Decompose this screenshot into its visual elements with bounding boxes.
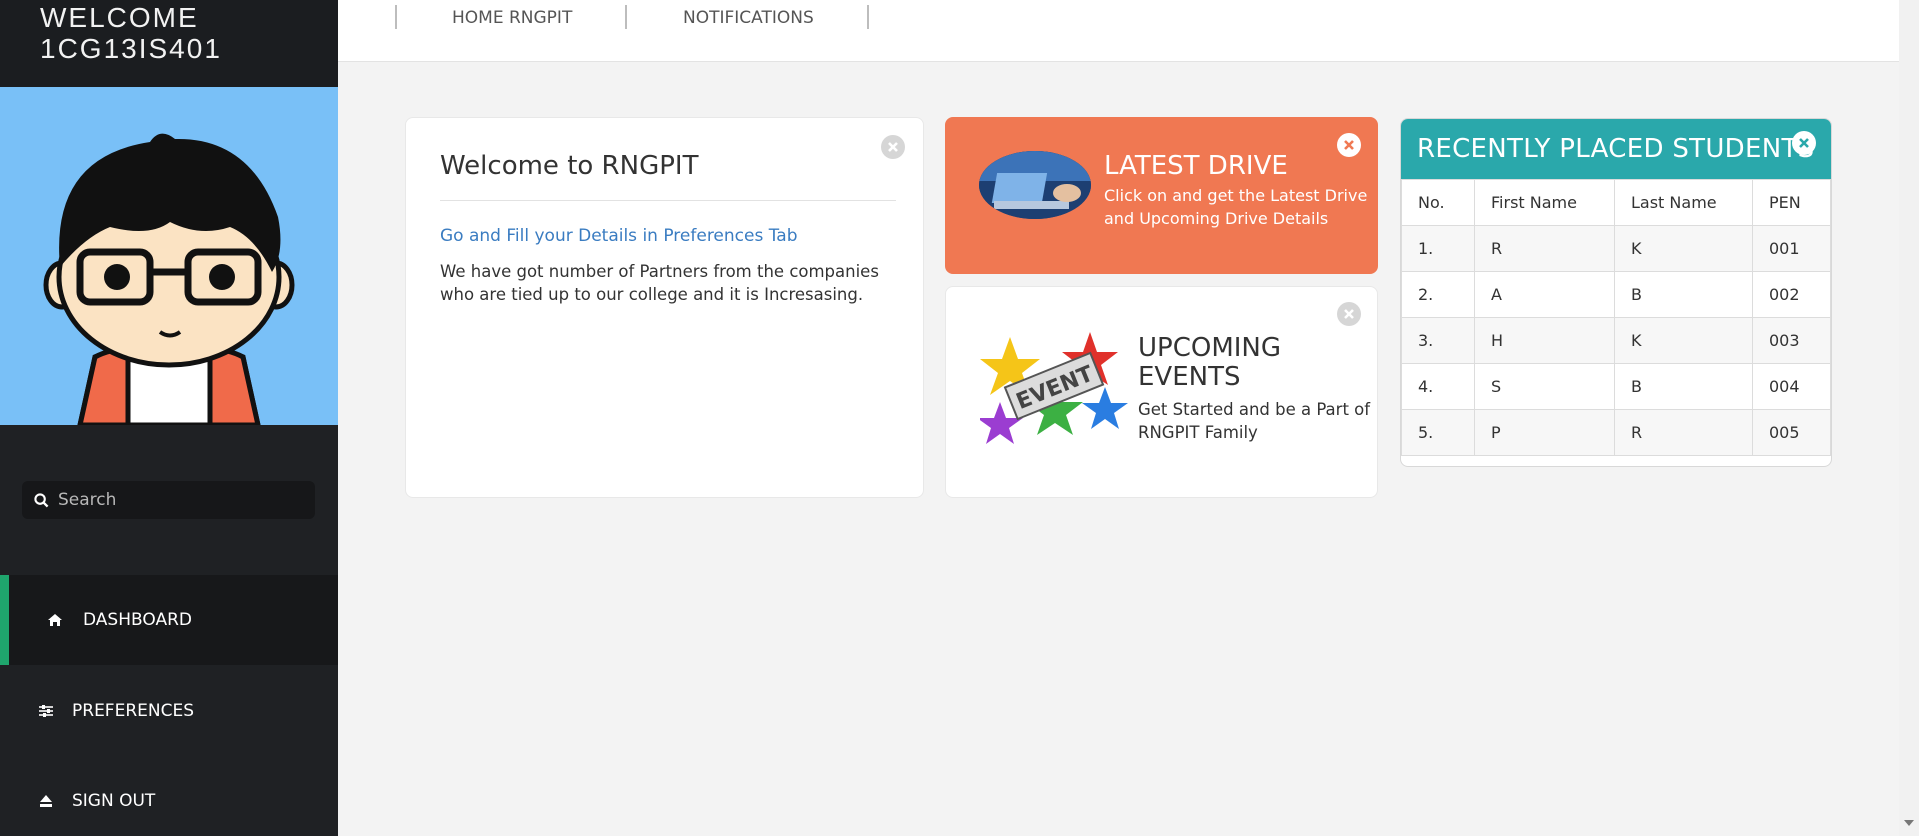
avatar-illustration	[43, 133, 295, 425]
notifications-link[interactable]: NOTIFICATIONS	[683, 8, 814, 28]
nav-preferences[interactable]: PREFERENCES	[0, 666, 338, 756]
cell-first-name: A	[1474, 271, 1615, 318]
welcome-description: We have got number of Partners from the …	[440, 262, 879, 304]
latest-drive-title: LATEST DRIVE	[1104, 151, 1288, 181]
nav-divider	[867, 5, 869, 29]
upcoming-events-description: Get Started and be a Part of RNGPIT Fami…	[1138, 400, 1371, 442]
nav-sign-out-label: SIGN OUT	[72, 791, 156, 811]
close-placed-button[interactable]	[1792, 131, 1816, 155]
user-id: 1CG13IS401	[40, 33, 222, 64]
recently-placed-title: RECENTLY PLACED STUDENTS	[1401, 119, 1831, 179]
cell-pen: 004	[1752, 363, 1831, 410]
cell-no: 3.	[1401, 317, 1475, 364]
close-events-button[interactable]	[1337, 302, 1361, 326]
cell-no: 4.	[1401, 363, 1475, 410]
laptop-image	[979, 151, 1091, 219]
table-row: 1. R K 001	[1401, 225, 1831, 272]
page-scrollbar[interactable]	[1899, 0, 1919, 836]
sidebar: WELCOME 1CG13IS401 Search DASHBOARD PREF…	[0, 0, 338, 836]
table-header-row: No. First Name Last Name PEN	[1401, 179, 1831, 226]
home-icon	[46, 611, 64, 629]
cell-no: 2.	[1401, 271, 1475, 318]
nav-divider	[625, 5, 627, 29]
welcome-panel: Welcome to RNGPIT Go and Fill your Detai…	[405, 117, 924, 498]
search-box[interactable]	[22, 481, 315, 519]
table-row: 5. P R 005	[1401, 409, 1831, 456]
close-icon	[888, 142, 898, 152]
nav-sign-out[interactable]: SIGN OUT	[0, 756, 338, 836]
close-icon	[1344, 309, 1354, 319]
close-icon	[1344, 140, 1354, 150]
scroll-down-arrow[interactable]	[1904, 820, 1914, 826]
nav-preferences-label: PREFERENCES	[72, 701, 194, 721]
recently-placed-panel: RECENTLY PLACED STUDENTS No. First Name …	[1400, 118, 1832, 467]
cell-first-name: P	[1474, 409, 1615, 456]
cell-pen: 005	[1752, 409, 1831, 456]
close-icon	[1799, 138, 1809, 148]
top-nav-bar: HOME RNGPIT NOTIFICATIONS	[338, 0, 1899, 62]
table-row: 2. A B 002	[1401, 271, 1831, 318]
table-row: 4. S B 004	[1401, 363, 1831, 410]
welcome-label: WELCOME	[40, 2, 199, 33]
cell-last-name: K	[1614, 225, 1753, 272]
upcoming-events-title: UPCOMING EVENTS	[1138, 333, 1282, 392]
column-header: First Name	[1474, 179, 1615, 226]
cell-last-name: R	[1614, 409, 1753, 456]
cell-first-name: S	[1474, 363, 1615, 410]
search-icon	[34, 492, 50, 508]
column-header: PEN	[1752, 179, 1831, 226]
welcome-title: Welcome to RNGPIT	[440, 151, 699, 181]
upcoming-events-panel[interactable]: EVENT UPCOMING EVENTS Get Started and be…	[945, 286, 1378, 498]
nav-dashboard[interactable]: DASHBOARD	[0, 575, 338, 665]
nav-divider	[395, 5, 397, 29]
column-header: No.	[1401, 179, 1475, 226]
welcome-header: WELCOME 1CG13IS401	[0, 0, 338, 87]
cell-pen: 003	[1752, 317, 1831, 364]
cell-last-name: K	[1614, 317, 1753, 364]
home-rngpit-link[interactable]: HOME RNGPIT	[452, 8, 572, 28]
table-row: 3. H K 003	[1401, 317, 1831, 364]
nav-dashboard-label: DASHBOARD	[83, 610, 192, 630]
close-drive-button[interactable]	[1337, 133, 1361, 157]
divider	[440, 200, 896, 201]
latest-drive-panel[interactable]: LATEST DRIVE Click on and get the Latest…	[945, 117, 1378, 274]
cell-no: 1.	[1401, 225, 1475, 272]
cell-first-name: R	[1474, 225, 1615, 272]
eject-icon	[37, 792, 55, 810]
cell-last-name: B	[1614, 363, 1753, 410]
column-header: Last Name	[1614, 179, 1753, 226]
search-input[interactable]	[58, 490, 288, 510]
close-welcome-button[interactable]	[881, 135, 905, 159]
cell-first-name: H	[1474, 317, 1615, 364]
preferences-link[interactable]: Go and Fill your Details in Preferences …	[440, 226, 798, 246]
sliders-icon	[37, 702, 55, 720]
cell-pen: 002	[1752, 271, 1831, 318]
event-stars-image: EVENT	[977, 327, 1128, 459]
avatar	[0, 87, 338, 425]
placed-students-table: No. First Name Last Name PEN 1. R K 001 …	[1401, 179, 1831, 456]
cell-last-name: B	[1614, 271, 1753, 318]
latest-drive-description: Click on and get the Latest Drive and Up…	[1104, 186, 1368, 228]
cell-pen: 001	[1752, 225, 1831, 272]
cell-no: 5.	[1401, 409, 1475, 456]
